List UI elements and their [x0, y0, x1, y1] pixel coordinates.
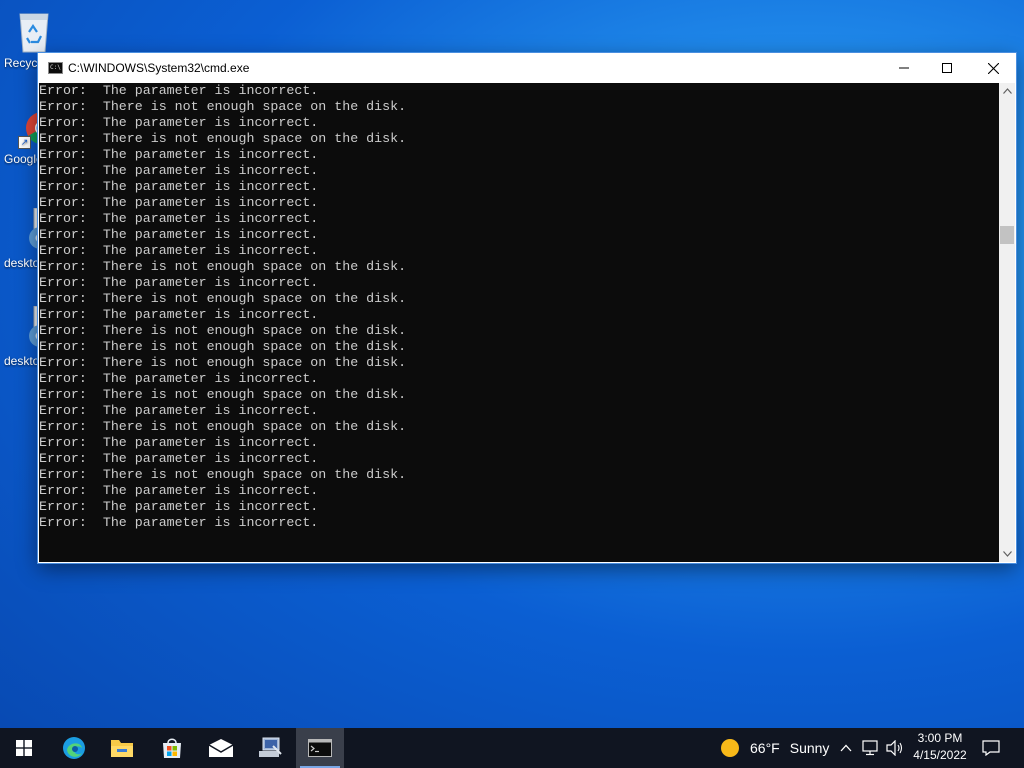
console-line: Error: There is not enough space on the …	[39, 291, 407, 306]
windows-logo-icon	[16, 740, 32, 756]
console-line: Error: There is not enough space on the …	[39, 99, 407, 114]
taskbar-clock[interactable]: 3:00 PM 4/15/2022	[906, 730, 974, 764]
clock-date: 4/15/2022	[913, 748, 967, 762]
console-line: Error: The parameter is incorrect.	[39, 211, 319, 226]
cmd-window[interactable]: C:\ C:\WINDOWS\System32\cmd.exe Error: T…	[38, 53, 1016, 563]
console-line: Error: The parameter is incorrect.	[39, 499, 319, 514]
desktop-icon-label: desktop.ini	[4, 256, 42, 270]
weather-condition: Sunny	[789, 740, 830, 756]
console-line: Error: The parameter is incorrect.	[39, 227, 319, 242]
console-line: Error: The parameter is incorrect.	[39, 451, 319, 466]
command-prompt-icon	[308, 739, 332, 757]
taskbar-file-explorer[interactable]	[98, 728, 146, 768]
window-title: C:\WINDOWS\System32\cmd.exe	[68, 61, 250, 75]
console-line: Error: The parameter is incorrect.	[39, 115, 319, 130]
scroll-thumb[interactable]	[1000, 226, 1014, 244]
clock-time: 3:00 PM	[917, 731, 963, 745]
taskbar-mail[interactable]	[197, 728, 245, 768]
close-button[interactable]	[970, 53, 1016, 83]
console-output[interactable]: Error: The parameter is incorrect. Error:…	[39, 83, 999, 562]
console-line: Error: There is not enough space on the …	[39, 323, 407, 338]
console-line: Error: There is not enough space on the …	[39, 131, 407, 146]
console-line: Error: There is not enough space on the …	[39, 355, 407, 370]
console-line: Error: There is not enough space on the …	[39, 419, 407, 434]
store-icon	[163, 738, 181, 758]
taskbar-network-app[interactable]	[246, 728, 294, 768]
console-line: Error: The parameter is incorrect.	[39, 147, 319, 162]
minimize-icon	[899, 67, 909, 69]
sun-icon	[721, 739, 739, 757]
console-line: Error: There is not enough space on the …	[39, 387, 407, 402]
network-tray[interactable]	[862, 728, 880, 768]
maximize-icon	[942, 63, 952, 73]
console-line: Error: The parameter is incorrect.	[39, 307, 319, 322]
minimize-button[interactable]	[881, 53, 927, 83]
cmd-icon: C:\	[48, 62, 63, 74]
console-line: Error: The parameter is incorrect.	[39, 403, 319, 418]
console-line: Error: The parameter is incorrect.	[39, 275, 319, 290]
start-button[interactable]	[0, 728, 48, 768]
mail-icon	[208, 739, 234, 757]
console-line: Error: The parameter is incorrect.	[39, 195, 319, 210]
console-line: Error: The parameter is incorrect.	[39, 371, 319, 386]
console-line: Error: There is not enough space on the …	[39, 259, 407, 274]
weather-widget[interactable]: 66°F Sunny	[720, 728, 829, 768]
taskbar-store[interactable]	[148, 728, 196, 768]
console-line: Error: The parameter is incorrect.	[39, 163, 319, 178]
notification-icon	[982, 740, 1000, 756]
console-line: Error: The parameter is incorrect.	[39, 83, 319, 98]
recycle-bin-icon	[19, 13, 49, 53]
console-line: Error: There is not enough space on the …	[39, 339, 407, 354]
file-explorer-icon	[111, 740, 133, 757]
desktop-icon-label: Recycle Bin	[4, 56, 42, 70]
volume-tray[interactable]	[886, 728, 904, 768]
desktop-icon-label: Google Chrome	[4, 152, 42, 166]
chevron-up-icon	[840, 744, 852, 752]
network-icon	[862, 740, 878, 756]
console-line: Error: The parameter is incorrect.	[39, 243, 319, 258]
edge-icon	[63, 737, 85, 759]
console-line: Error: The parameter is incorrect.	[39, 483, 319, 498]
console-line: Error: The parameter is incorrect.	[39, 179, 319, 194]
vertical-scrollbar[interactable]	[999, 83, 1015, 562]
window-titlebar[interactable]: C:\ C:\WINDOWS\System32\cmd.exe	[38, 53, 1016, 83]
volume-icon	[886, 740, 903, 756]
scroll-up-arrow-icon[interactable]	[999, 83, 1015, 99]
weather-temperature: 66°F	[750, 740, 780, 756]
maximize-button[interactable]	[924, 53, 970, 83]
scroll-down-arrow-icon[interactable]	[999, 546, 1015, 562]
close-icon	[987, 62, 999, 74]
taskbar-command-prompt[interactable]	[296, 728, 344, 768]
taskbar-edge[interactable]	[50, 728, 98, 768]
taskbar: 66°F Sunny 3:00 PM 4/15/2022	[0, 728, 1024, 768]
show-hidden-icons-button[interactable]	[840, 728, 852, 768]
notification-button[interactable]	[982, 728, 1000, 768]
console-line: Error: The parameter is incorrect.	[39, 435, 319, 450]
shortcut-arrow-icon: ↗	[18, 136, 31, 149]
console-line: Error: There is not enough space on the …	[39, 467, 407, 482]
network-app-icon	[259, 737, 282, 757]
console-line: Error: The parameter is incorrect.	[39, 515, 319, 530]
desktop-icon-label: desktop.ini	[4, 354, 42, 368]
